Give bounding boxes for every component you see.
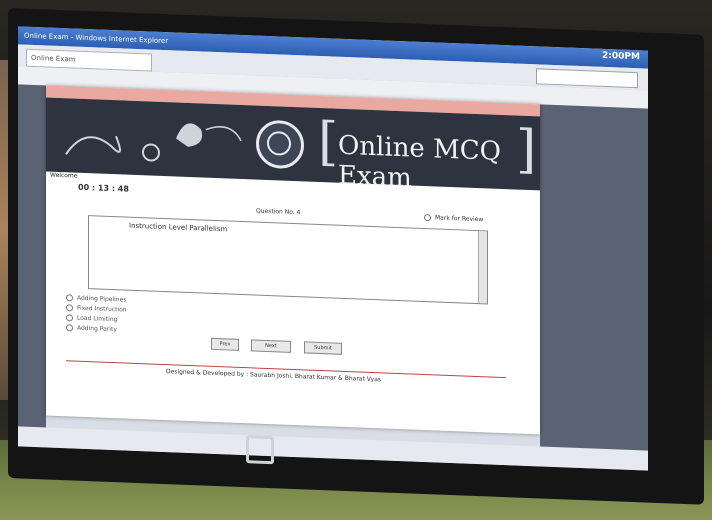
- option-4[interactable]: Adding Parity: [66, 324, 117, 333]
- clock: 2:00PM: [602, 50, 640, 63]
- next-button[interactable]: Next: [251, 339, 291, 353]
- radio-icon: [66, 294, 73, 302]
- welcome-text: Welcome: [50, 171, 78, 180]
- floral-swirl-icon: [65, 123, 242, 162]
- timer: 00 : 13 : 48: [78, 182, 129, 194]
- question-number: Question No. 4: [256, 207, 301, 217]
- screen: Online Exam - Windows Internet Explorer …: [18, 26, 648, 471]
- mark-for-review-checkbox[interactable]: Mark for Review: [424, 213, 484, 224]
- prev-button[interactable]: Prev: [211, 337, 239, 351]
- question-text: Instruction Level Parallelism: [129, 221, 228, 234]
- page-left-margin: [18, 84, 46, 448]
- window-title: Online Exam - Windows Internet Explorer: [24, 31, 169, 46]
- radio-icon: [66, 304, 73, 312]
- option-label: Fixed Instruction: [77, 304, 127, 314]
- exam-page: [ Online MCQ Exam ] Welcome 00 : 13 : 48…: [46, 85, 540, 435]
- left-bracket-decoration: [: [318, 111, 339, 173]
- option-1[interactable]: Adding Pipelines: [66, 294, 127, 304]
- scrollbar[interactable]: [478, 231, 487, 304]
- search-input[interactable]: [536, 68, 638, 89]
- checkbox-icon: [424, 213, 431, 222]
- university-emblem-icon: [256, 119, 304, 170]
- option-2[interactable]: Fixed Instruction: [66, 304, 127, 314]
- option-3[interactable]: Load Limiting: [66, 314, 117, 323]
- page-right-margin: [540, 104, 648, 471]
- right-bracket-decoration: ]: [516, 119, 537, 181]
- option-label: Load Limiting: [77, 314, 118, 324]
- exam-body: Welcome 00 : 13 : 48 Question No. 4 Mark…: [46, 171, 540, 434]
- submit-button[interactable]: Submit: [304, 341, 342, 355]
- mark-review-label: Mark for Review: [435, 214, 484, 224]
- monitor: Online Exam - Windows Internet Explorer …: [8, 8, 704, 505]
- question-box: Instruction Level Parallelism: [88, 215, 488, 305]
- option-label: Adding Parity: [77, 324, 117, 334]
- compaq-logo-icon: [246, 435, 274, 465]
- option-label: Adding Pipelines: [77, 294, 127, 304]
- radio-icon: [66, 314, 73, 322]
- radio-icon: [66, 324, 73, 332]
